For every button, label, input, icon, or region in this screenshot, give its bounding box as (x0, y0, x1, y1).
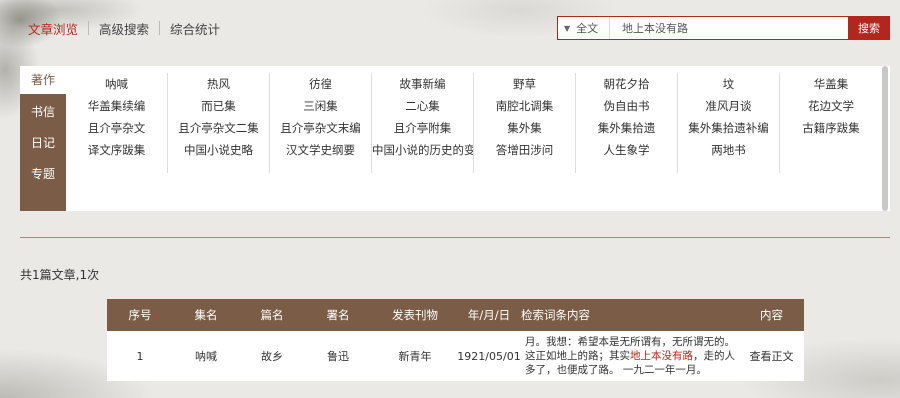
header-publication: 发表刊物 (392, 308, 438, 322)
result-summary: 共1篇文章,1次 (20, 268, 100, 282)
header-content: 内容 (760, 308, 783, 322)
work-link[interactable]: 中国小说史略 (168, 139, 269, 161)
work-link[interactable]: 且介亭杂文 (66, 117, 167, 139)
work-link[interactable]: 且介亭杂文末编 (270, 117, 371, 139)
header-context: 检索词条内容 (521, 308, 590, 322)
work-link[interactable]: 古籍序跋集 (780, 117, 882, 139)
header-title: 篇名 (260, 308, 284, 322)
view-text-link[interactable]: 查看正文 (739, 331, 804, 381)
search-scope-select[interactable]: ▼ 全文 (558, 17, 610, 39)
top-nav: 文章浏览 高级搜索 综合统计 (28, 19, 220, 38)
work-link[interactable]: 汉文学史纲要 (270, 139, 371, 161)
works-column: 华盖集 花边文学 古籍序跋集 (780, 73, 882, 173)
work-link[interactable]: 人生象学 (576, 139, 677, 161)
search-scope-label: 全文 (576, 22, 599, 35)
category-panel: 著作 书信 日记 专题 呐喊 华盖集续编 且介亭杂文 译文序跋集 热风 而已集 … (20, 66, 890, 211)
works-column: 坟 准风月谈 集外集拾遗补编 两地书 (678, 73, 780, 173)
caret-down-icon: ▼ (564, 23, 571, 33)
search-highlight: 地上本没有路 (630, 350, 693, 362)
work-link[interactable]: 呐喊 (66, 73, 167, 95)
search-bar: ▼ 全文 搜索 (557, 16, 890, 40)
nav-separator (159, 21, 161, 35)
work-link[interactable]: 热风 (168, 73, 269, 95)
works-grid: 呐喊 华盖集续编 且介亭杂文 译文序跋集 热风 而已集 且介亭杂文二集 中国小说… (66, 66, 882, 211)
nav-statistics[interactable]: 综合统计 (170, 19, 220, 38)
header-collection: 集名 (194, 308, 218, 322)
works-column: 野草 南腔北调集 集外集 答增田涉问 (474, 73, 576, 173)
panel-scrollbar[interactable] (882, 66, 888, 211)
work-link[interactable]: 彷徨 (270, 73, 371, 95)
works-column: 热风 而已集 且介亭杂文二集 中国小说史略 (168, 73, 270, 173)
table-row: 1 呐喊 故乡 鲁迅 新青年 1921/05/01 月。我想：希望本是无所谓有，… (107, 331, 804, 381)
work-link[interactable]: 而已集 (168, 95, 269, 117)
results-table: 序号 集名 篇名 署名 发表刊物 年/月/日 检索词条内容 内容 1 呐喊 故乡… (107, 299, 804, 381)
search-button[interactable]: 搜索 (848, 16, 890, 40)
table-header: 序号 集名 篇名 署名 发表刊物 年/月/日 检索词条内容 内容 (107, 299, 804, 331)
work-link[interactable]: 译文序跋集 (66, 139, 167, 161)
cell-title: 故乡 (261, 350, 283, 363)
work-link[interactable]: 朝花夕拾 (576, 73, 677, 95)
snippet-line: 多了，也便成了路。 一九二一年一月。 (525, 364, 707, 376)
work-link[interactable]: 野草 (474, 73, 575, 95)
works-column: 彷徨 三闲集 且介亭杂文末编 汉文学史纲要 (270, 73, 372, 173)
work-link[interactable]: 花边文学 (780, 95, 882, 117)
works-column: 朝花夕拾 伪自由书 集外集拾遗 人生象学 (576, 73, 678, 173)
works-column: 呐喊 华盖集续编 且介亭杂文 译文序跋集 (66, 73, 168, 173)
work-link[interactable]: 答增田涉问 (474, 139, 575, 161)
work-link[interactable]: 二心集 (372, 95, 473, 117)
work-link[interactable]: 准风月谈 (678, 95, 779, 117)
work-link[interactable]: 集外集 (474, 117, 575, 139)
work-link[interactable]: 三闲集 (270, 95, 371, 117)
cell-collection: 呐喊 (195, 350, 217, 363)
search-input[interactable] (610, 17, 848, 39)
section-divider (20, 237, 890, 238)
work-link[interactable]: 两地书 (678, 139, 779, 161)
context-snippet: 月。我想：希望本是无所谓有，无所谓无的。 这正如地上的路；其实地上本没有路，走的… (523, 335, 735, 377)
work-link[interactable]: 中国小说的历史的变 (372, 139, 473, 161)
cell-no: 1 (136, 349, 144, 363)
work-link[interactable]: 华盖集 (780, 73, 882, 95)
nav-browse-articles[interactable]: 文章浏览 (28, 19, 78, 38)
work-link[interactable]: 南腔北调集 (474, 95, 575, 117)
cell-context: 月。我想：希望本是无所谓有，无所谓无的。 这正如地上的路；其实地上本没有路，走的… (519, 331, 739, 381)
work-link[interactable]: 且介亭杂文二集 (168, 117, 269, 139)
nav-separator (88, 21, 90, 35)
snippet-line: ，走的人 (693, 350, 735, 362)
work-link[interactable]: 伪自由书 (576, 95, 677, 117)
works-column: 故事新编 二心集 且介亭附集 中国小说的历史的变 (372, 73, 474, 173)
snippet-line: 这正如地上的路；其实 (525, 350, 630, 362)
work-link[interactable]: 集外集拾遗补编 (678, 117, 779, 139)
work-link[interactable]: 华盖集续编 (66, 95, 167, 117)
work-link[interactable]: 集外集拾遗 (576, 117, 677, 139)
cell-date: 1921/05/01 (457, 349, 521, 363)
tab-letters[interactable]: 书信 (20, 103, 66, 120)
work-link[interactable]: 故事新编 (372, 73, 473, 95)
snippet-line: 月。我想：希望本是无所谓有，无所谓无的。 (525, 336, 735, 348)
tab-diaries[interactable]: 日记 (20, 134, 66, 151)
header-no: 序号 (128, 308, 152, 322)
cell-signature: 鲁迅 (327, 350, 349, 363)
work-link[interactable]: 坟 (678, 73, 779, 95)
tab-works[interactable]: 著作 (20, 66, 66, 94)
side-tabs: 著作 书信 日记 专题 (20, 66, 66, 211)
cell-publication: 新青年 (398, 350, 432, 363)
work-link[interactable]: 且介亭附集 (372, 117, 473, 139)
nav-advanced-search[interactable]: 高级搜索 (99, 19, 149, 38)
tab-topics[interactable]: 专题 (20, 165, 66, 182)
header-signature: 署名 (326, 308, 350, 322)
header-date: 年/月/日 (467, 308, 511, 322)
